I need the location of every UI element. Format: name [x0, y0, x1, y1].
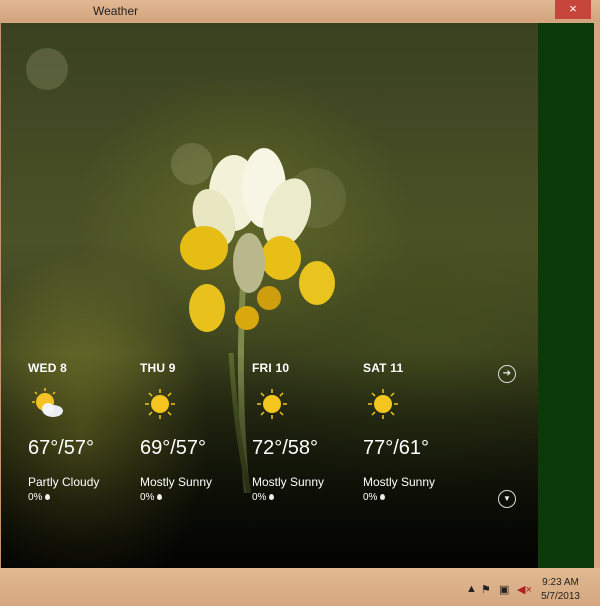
precipitation: 0% — [252, 492, 275, 503]
forecast-day[interactable]: FRI 10 72°/58° Mostly Sunny 0% — [252, 361, 357, 503]
temperature-range: 72°/58° — [252, 437, 319, 459]
precipitation: 0% — [28, 492, 51, 503]
precipitation: 0% — [363, 492, 386, 503]
sun-icon — [368, 389, 398, 419]
volume-muted-icon[interactable]: ◀× — [517, 583, 532, 596]
system-clock[interactable]: 9:23 AM 5/7/2013 — [541, 576, 580, 604]
partly-cloudy-icon — [32, 388, 63, 417]
temperature-range: 67°/57° — [28, 437, 95, 459]
window-title: Weather — [93, 4, 139, 18]
flag-icon[interactable]: ⚑ — [481, 583, 491, 596]
close-button[interactable]: × — [555, 0, 591, 19]
forecast-day[interactable]: WED 8 67°/57° Partly Cloudy 0% — [28, 361, 133, 503]
raindrop-icon — [269, 494, 275, 501]
sun-icon — [145, 389, 175, 419]
condition-text: Mostly Sunny — [252, 475, 325, 489]
precipitation-value: 0% — [140, 492, 155, 503]
forecast-day[interactable]: SAT 11 77°/61° Mostly Sunny 0% — [363, 361, 468, 503]
condition-text: Mostly Sunny — [363, 475, 436, 489]
temperature-range: 77°/61° — [363, 437, 430, 459]
chevron-down-icon: ▼ — [503, 494, 511, 503]
close-icon: × — [569, 1, 577, 16]
forecast-scrim — [1, 353, 538, 568]
condition-text: Mostly Sunny — [140, 475, 213, 489]
day-label: FRI 10 — [252, 361, 290, 375]
forecast-day[interactable]: THU 9 69°/57° Mostly Sunny 0% — [140, 361, 245, 503]
precipitation-value: 0% — [28, 492, 43, 503]
sun-icon — [257, 389, 287, 419]
side-panel — [538, 23, 594, 568]
day-label: SAT 11 — [363, 361, 404, 375]
up-arrow-icon[interactable]: ▲ — [466, 583, 477, 595]
precipitation: 0% — [140, 492, 163, 503]
condition-text: Partly Cloudy — [28, 475, 100, 489]
clock-date: 5/7/2013 — [541, 591, 580, 602]
temperature-range: 69°/57° — [140, 437, 207, 459]
arrow-right-icon: ➔ — [502, 368, 512, 379]
raindrop-icon — [45, 494, 51, 501]
raindrop-icon — [157, 494, 163, 501]
taskbar: ▲ ⚑ ▣ ◀× 9:23 AM 5/7/2013 — [0, 568, 600, 606]
clock-time: 9:23 AM — [542, 577, 579, 588]
scroll-down-button[interactable]: ▼ — [498, 490, 516, 508]
precipitation-value: 0% — [363, 492, 378, 503]
precipitation-value: 0% — [252, 492, 267, 503]
next-days-button[interactable]: ➔ — [498, 365, 516, 383]
raindrop-icon — [380, 494, 386, 501]
title-bar[interactable]: Weather × — [0, 0, 600, 22]
network-icon[interactable]: ▣ — [499, 583, 509, 596]
day-label: WED 8 — [28, 361, 68, 375]
day-label: THU 9 — [140, 361, 176, 375]
